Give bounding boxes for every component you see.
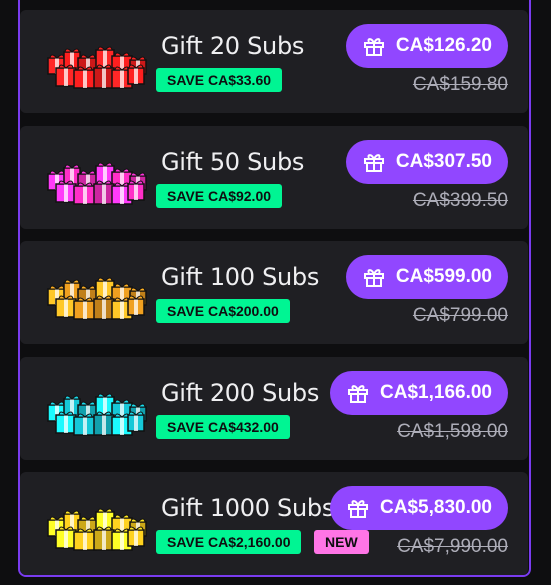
- price-label: CA$1,166.00: [380, 382, 492, 403]
- gift-boxes-pile-icon: [47, 393, 147, 436]
- original-price: CA$799.00: [412, 305, 508, 326]
- original-price: CA$7,990.00: [397, 536, 508, 557]
- original-price: CA$159.80: [412, 74, 508, 95]
- offer-title: Gift 100 Subs: [161, 263, 320, 291]
- save-badge: SAVE CA$92.00: [156, 184, 283, 208]
- gift-icon: [363, 154, 384, 172]
- offer-title: Gift 1000 Subs: [161, 494, 335, 522]
- gift-icon: [363, 269, 384, 287]
- buy-button[interactable]: CA$1,166.00: [330, 371, 508, 415]
- save-badge: SAVE CA$432.00: [156, 415, 290, 439]
- save-badge: SAVE CA$33.60: [156, 68, 283, 92]
- offer-title: Gift 200 Subs: [161, 379, 320, 407]
- offer-row-50[interactable]: Gift 50 Subs SAVE CA$92.00 CA$307.50 CA$…: [20, 126, 528, 229]
- buy-button[interactable]: CA$126.20: [345, 24, 508, 68]
- gift-boxes-pile-icon: [47, 162, 147, 205]
- save-badge: SAVE CA$2,160.00: [156, 530, 302, 554]
- price-label: CA$599.00: [395, 266, 492, 287]
- offer-row-200[interactable]: Gift 200 Subs SAVE CA$432.00 CA$1,166.00…: [20, 357, 528, 460]
- offer-row-1000[interactable]: Gift 1000 Subs SAVE CA$2,160.00 NEW CA$5…: [20, 472, 528, 575]
- price-label: CA$5,830.00: [380, 497, 492, 518]
- buy-button[interactable]: CA$307.50: [345, 140, 508, 184]
- gift-boxes-pile-icon: [47, 508, 147, 551]
- gift-boxes-pile-icon: [47, 277, 147, 320]
- price-label: CA$126.20: [395, 35, 492, 56]
- gift-icon: [363, 38, 384, 56]
- save-badge: SAVE CA$200.00: [156, 299, 290, 323]
- offer-title: Gift 50 Subs: [161, 148, 305, 176]
- buy-button[interactable]: CA$599.00: [345, 255, 508, 299]
- offer-row-100[interactable]: Gift 100 Subs SAVE CA$200.00 CA$599.00 C…: [20, 241, 528, 344]
- gift-icon: [348, 385, 369, 403]
- offer-row-20[interactable]: Gift 20 Subs SAVE CA$33.60 CA$126.20 CA$…: [20, 10, 528, 113]
- offer-title: Gift 20 Subs: [161, 32, 305, 60]
- buy-button[interactable]: CA$5,830.00: [330, 486, 508, 530]
- price-label: CA$307.50: [395, 151, 492, 172]
- gift-boxes-pile-icon: [47, 46, 147, 89]
- original-price: CA$1,598.00: [397, 421, 508, 442]
- original-price: CA$399.50: [412, 190, 508, 211]
- gift-icon: [348, 500, 369, 518]
- new-badge: NEW: [314, 530, 369, 554]
